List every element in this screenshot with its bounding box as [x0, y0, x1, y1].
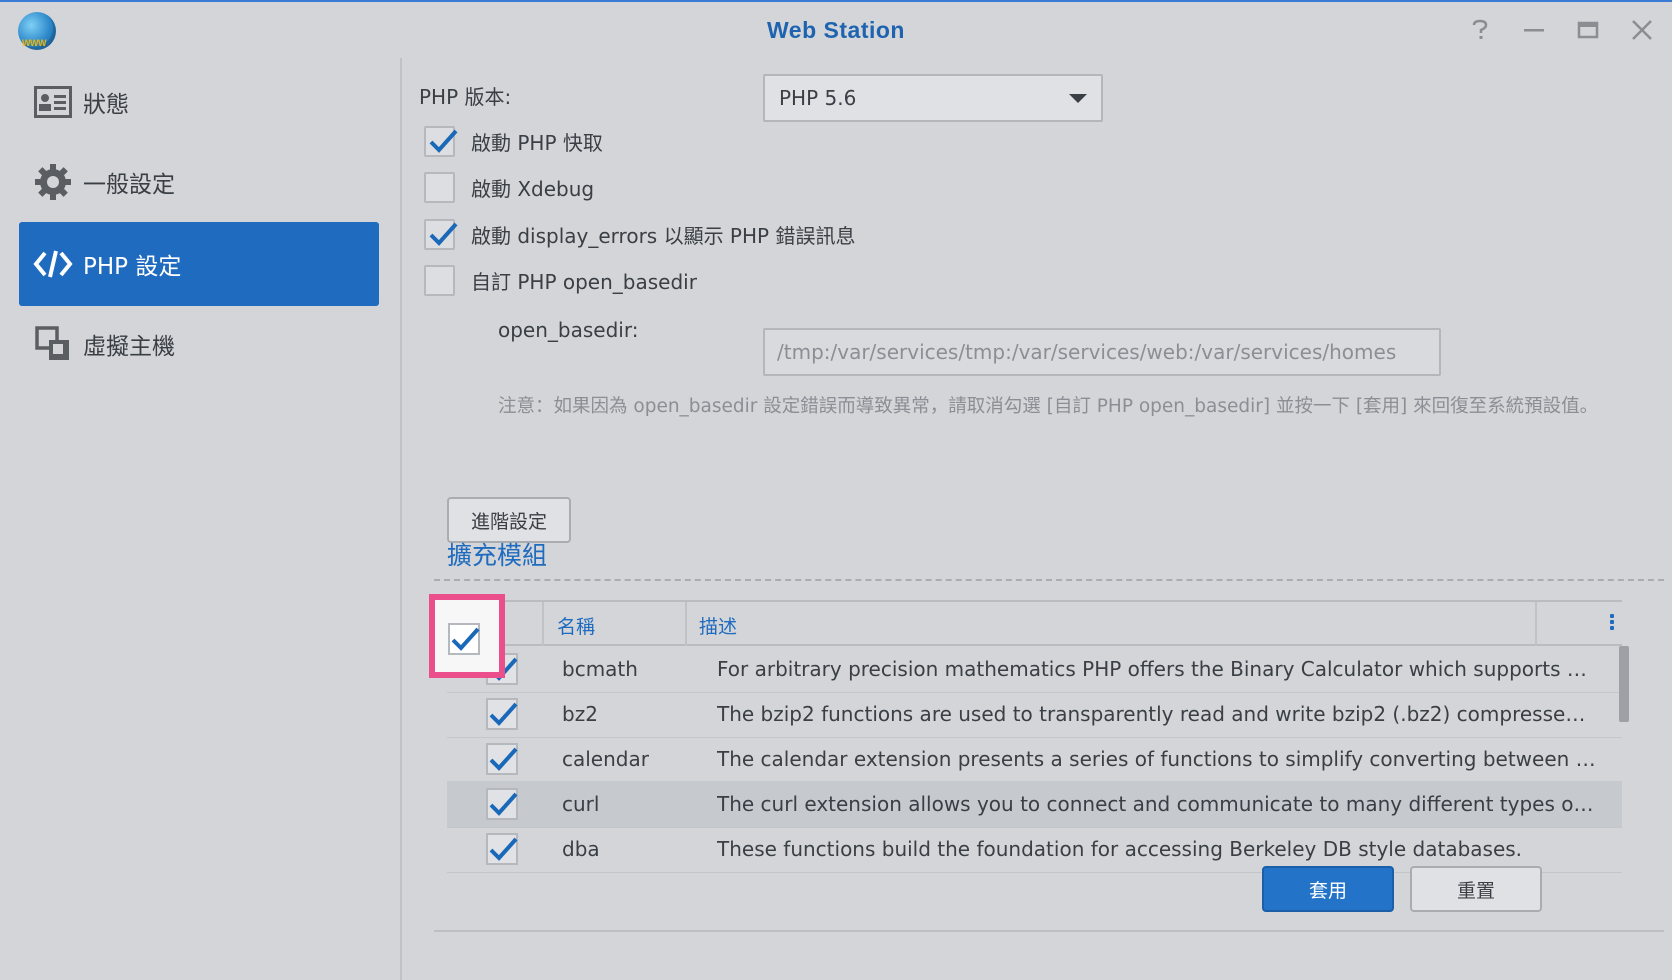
column-separator	[1535, 602, 1537, 646]
column-header-description[interactable]: 描述	[699, 612, 737, 639]
app-window: WWW Web Station 狀態 一般設定 PHP 設定 虛擬主機 PHP …	[0, 0, 1672, 980]
table-row[interactable]: calendar The calendar extension presents…	[447, 736, 1622, 783]
php-version-value: PHP 5.6	[779, 86, 857, 110]
sidebar-item-label: PHP 設定	[83, 254, 182, 280]
sidebar-item-label: 虛擬主機	[83, 334, 175, 360]
column-separator	[542, 602, 544, 646]
table-row[interactable]: bz2 The bzip2 functions are used to tran…	[447, 691, 1622, 738]
apply-button[interactable]: 套用	[1262, 866, 1394, 912]
window-controls	[1464, 14, 1658, 46]
open-basedir-field[interactable]: /tmp:/var/services/tmp:/var/services/web…	[763, 328, 1441, 376]
display-errors-checkbox[interactable]	[424, 219, 458, 250]
column-separator	[685, 602, 687, 646]
option-label: 自訂 PHP open_basedir	[471, 270, 697, 294]
select-all-checkbox[interactable]	[447, 622, 481, 656]
table-row[interactable]: curl The curl extension allows you to co…	[447, 781, 1622, 828]
extension-description: For arbitrary precision mathematics PHP …	[717, 657, 1597, 681]
option-php-cache[interactable]: 啟動 PHP 快取	[424, 126, 603, 157]
extensions-title: 擴充模組	[447, 541, 548, 570]
reset-button[interactable]: 重置	[1410, 866, 1542, 912]
open-basedir-label: open_basedir:	[498, 318, 639, 342]
extension-name: calendar	[562, 747, 649, 771]
title-bar: WWW Web Station	[0, 2, 1672, 58]
sidebar-item-label: 狀態	[83, 92, 129, 118]
option-xdebug[interactable]: 啟動 Xdebug	[424, 172, 594, 203]
minimize-icon[interactable]	[1518, 14, 1550, 46]
vertical-scrollbar[interactable]	[1619, 646, 1629, 722]
extension-description: The bzip2 functions are used to transpar…	[717, 702, 1597, 726]
sidebar-item-php-settings[interactable]: PHP 設定	[19, 222, 379, 306]
php-settings-panel: PHP 版本: PHP 5.6 啟動 PHP 快取 啟動 Xdebug 啟動 d…	[404, 58, 1672, 980]
column-header-name[interactable]: 名稱	[557, 612, 595, 639]
footer-divider	[434, 930, 1664, 932]
table-header: 名稱 描述	[447, 600, 1622, 646]
sidebar-item-status[interactable]: 狀態	[19, 60, 379, 144]
sidebar-item-label: 一般設定	[83, 172, 175, 198]
row-checkbox[interactable]	[485, 832, 521, 872]
option-label: 啟動 display_errors 以顯示 PHP 錯誤訊息	[471, 224, 856, 248]
row-checkbox[interactable]	[485, 787, 521, 827]
row-checkbox[interactable]	[485, 697, 521, 737]
open-basedir-value: /tmp:/var/services/tmp:/var/services/web…	[777, 340, 1397, 364]
php-cache-checkbox[interactable]	[424, 126, 458, 157]
select-all-highlight	[429, 594, 505, 678]
sidebar-item-general[interactable]: 一般設定	[19, 140, 379, 224]
extension-name: bz2	[562, 702, 598, 726]
code-icon	[33, 244, 73, 284]
extension-description: These functions build the foundation for…	[717, 837, 1523, 861]
sidebar: 狀態 一般設定 PHP 設定 虛擬主機	[0, 58, 402, 980]
section-divider	[434, 579, 1664, 581]
window-title: Web Station	[767, 16, 905, 43]
column-menu-icon[interactable]	[1610, 614, 1614, 630]
gear-icon	[33, 162, 73, 202]
option-label: 啟動 Xdebug	[471, 177, 595, 201]
php-version-select[interactable]: PHP 5.6	[763, 74, 1103, 122]
option-display-errors[interactable]: 啟動 display_errors 以顯示 PHP 錯誤訊息	[424, 219, 855, 250]
extension-name: dba	[562, 837, 600, 861]
maximize-icon[interactable]	[1572, 14, 1604, 46]
open-basedir-checkbox[interactable]	[424, 265, 455, 296]
table-row[interactable]: bcmath For arbitrary precision mathemati…	[447, 646, 1622, 693]
xdebug-checkbox[interactable]	[424, 172, 455, 203]
sidebar-item-virtual-host[interactable]: 虛擬主機	[19, 302, 379, 386]
close-icon[interactable]	[1626, 14, 1658, 46]
extension-name: curl	[562, 792, 600, 816]
option-open-basedir[interactable]: 自訂 PHP open_basedir	[424, 265, 697, 296]
web-station-logo-icon: WWW	[18, 12, 56, 50]
extension-description: The calendar extension presents a series…	[717, 747, 1597, 771]
option-label: 啟動 PHP 快取	[471, 131, 603, 155]
help-icon[interactable]	[1464, 14, 1496, 46]
row-checkbox[interactable]	[485, 742, 521, 782]
php-version-label: PHP 版本:	[419, 85, 512, 109]
extension-name: bcmath	[562, 657, 638, 681]
extension-description: The curl extension allows you to connect…	[717, 792, 1597, 816]
status-card-icon	[33, 82, 73, 122]
virtual-host-icon	[33, 324, 73, 364]
chevron-down-icon	[1069, 94, 1087, 103]
open-basedir-note: 注意：如果因為 open_basedir 設定錯誤而導致異常，請取消勾選 [自訂…	[498, 396, 1599, 417]
